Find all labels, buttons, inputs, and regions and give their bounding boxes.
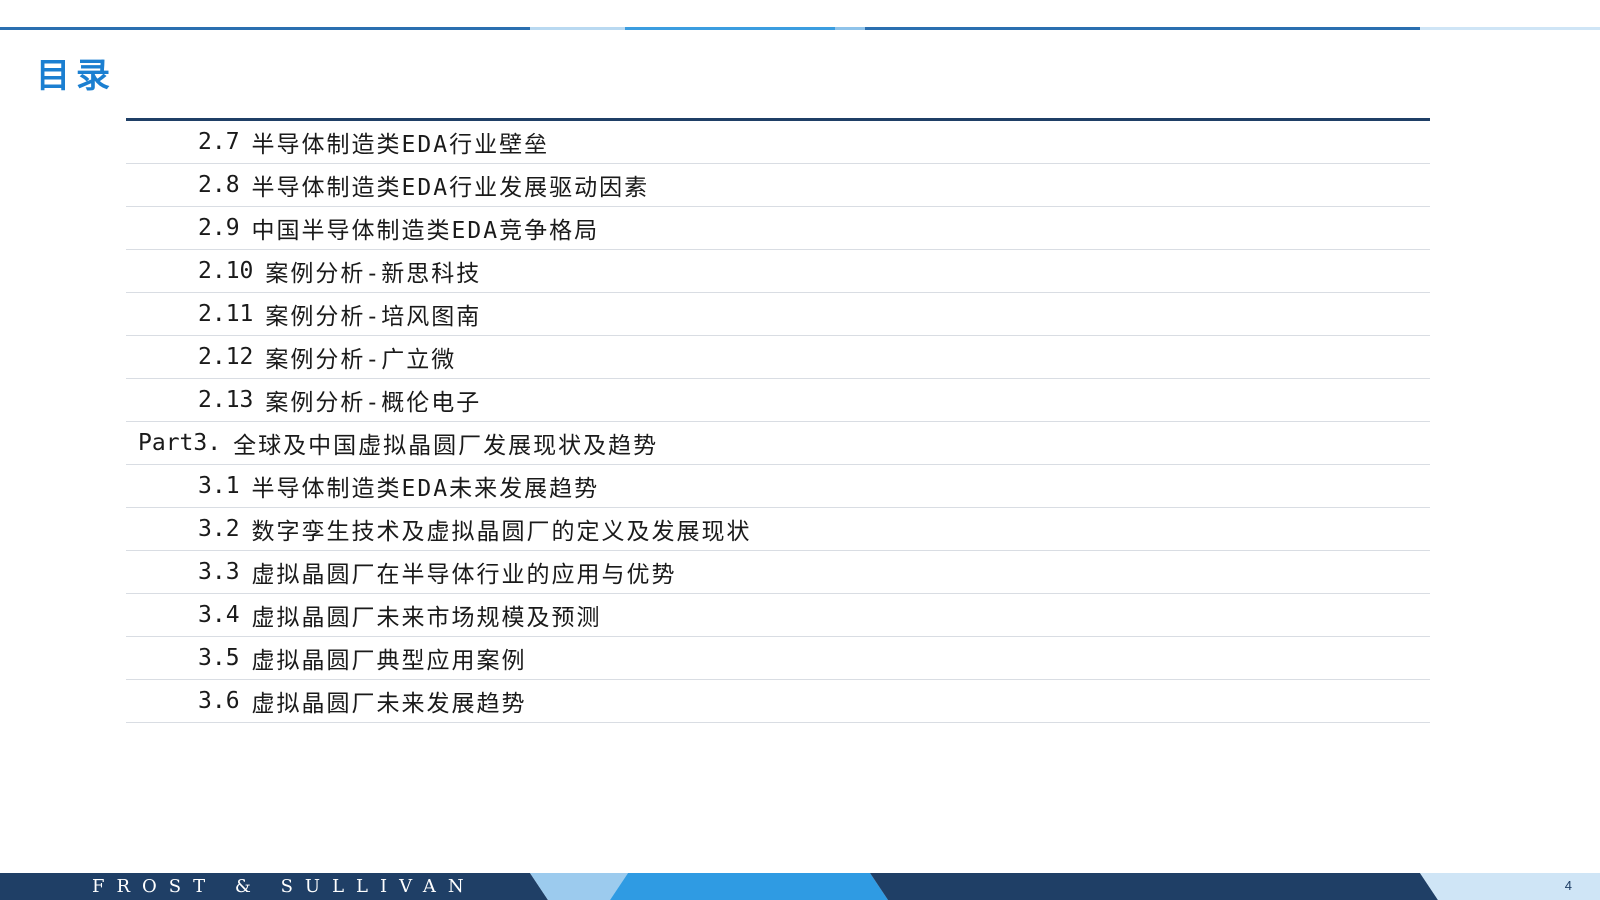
toc-item[interactable]: 3.2 数字孪生技术及虚拟晶圆厂的定义及发展现状	[126, 508, 1430, 551]
toc-item-title: 案例分析-广立微	[265, 347, 457, 373]
toc-item[interactable]: 3.6 虚拟晶圆厂未来发展趋势	[126, 680, 1430, 723]
toc-item[interactable]: 2.10 案例分析-新思科技	[126, 250, 1430, 293]
toc-item-title: 半导体制造类EDA行业壁垒	[251, 132, 550, 158]
toc-item-number: 3.3	[198, 559, 240, 585]
toc-item[interactable]: 2.8 半导体制造类EDA行业发展驱动因素	[126, 164, 1430, 207]
slide: 目录 2.7 半导体制造类EDA行业壁垒 2.8 半导体制造类EDA行业发展驱动因素 2…	[0, 0, 1600, 900]
page-number: 4	[1564, 878, 1572, 893]
toc-item-number: 3.4	[198, 602, 240, 628]
table-of-contents: 2.7 半导体制造类EDA行业壁垒 2.8 半导体制造类EDA行业发展驱动因素 2.9 中…	[126, 118, 1430, 723]
toc-item-number: 3.2	[198, 516, 240, 542]
toc-item-title: 虚拟晶圆厂在半导体行业的应用与优势	[251, 562, 677, 588]
toc-item-title: 半导体制造类EDA未来发展趋势	[251, 476, 600, 502]
toc-item-title: 中国半导体制造类EDA竞争格局	[251, 218, 600, 244]
toc-item-number: 2.11	[198, 301, 254, 327]
toc-item-title: 虚拟晶圆厂未来市场规模及预测	[251, 605, 602, 631]
toc-item-number: 2.9	[198, 215, 240, 241]
toc-item[interactable]: 2.7 半导体制造类EDA行业壁垒	[126, 121, 1430, 164]
top-decorative-bar	[0, 27, 1600, 30]
toc-item[interactable]: 2.9 中国半导体制造类EDA竞争格局	[126, 207, 1430, 250]
toc-item-title: 虚拟晶圆厂典型应用案例	[251, 648, 527, 674]
toc-item[interactable]: 2.12 案例分析-广立微	[126, 336, 1430, 379]
toc-item[interactable]: 3.4 虚拟晶圆厂未来市场规模及预测	[126, 594, 1430, 637]
toc-item[interactable]: 2.11 案例分析-培风图南	[126, 293, 1430, 336]
toc-item-number: 3.6	[198, 688, 240, 714]
toc-item-number: 2.12	[198, 344, 254, 370]
toc-item-number: 2.7	[198, 129, 240, 155]
brand-logo-text: FROST & SULLIVAN	[92, 876, 476, 897]
toc-item-title: 案例分析-概伦电子	[265, 390, 482, 416]
toc-item-number: 3.1	[198, 473, 240, 499]
toc-item-number: Part3.	[138, 430, 222, 456]
page-title: 目录	[36, 56, 116, 96]
toc-item-title: 虚拟晶圆厂未来发展趋势	[251, 691, 527, 717]
toc-item-number: 2.13	[198, 387, 254, 413]
toc-item[interactable]: 3.5 虚拟晶圆厂典型应用案例	[126, 637, 1430, 680]
toc-item-number: 2.10	[198, 258, 254, 284]
toc-item-number: 3.5	[198, 645, 240, 671]
toc-part-heading[interactable]: Part3. 全球及中国虚拟晶圆厂发展现状及趋势	[126, 422, 1430, 465]
toc-item-number: 2.8	[198, 172, 240, 198]
toc-item-title: 全球及中国虚拟晶圆厂发展现状及趋势	[233, 433, 659, 459]
toc-item[interactable]: 3.3 虚拟晶圆厂在半导体行业的应用与优势	[126, 551, 1430, 594]
footer-bar: FROST & SULLIVAN 4	[0, 873, 1600, 900]
toc-item-title: 案例分析-培风图南	[265, 304, 482, 330]
toc-item[interactable]: 3.1 半导体制造类EDA未来发展趋势	[126, 465, 1430, 508]
toc-item-title: 半导体制造类EDA行业发展驱动因素	[251, 175, 650, 201]
toc-item-title: 数字孪生技术及虚拟晶圆厂的定义及发展现状	[251, 519, 752, 545]
toc-item[interactable]: 2.13 案例分析-概伦电子	[126, 379, 1430, 422]
toc-item-title: 案例分析-新思科技	[265, 261, 482, 287]
